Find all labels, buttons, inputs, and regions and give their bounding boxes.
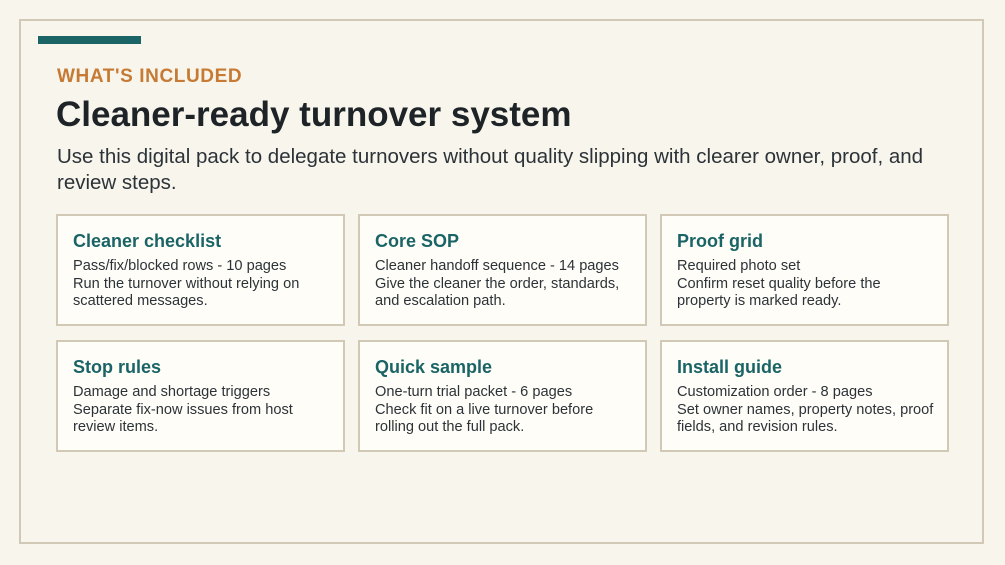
- card-stop-rules: Stop rules Damage and shortage triggers …: [56, 340, 345, 452]
- card-description: Check fit on a live turnover before roll…: [375, 401, 594, 436]
- card-description: Confirm reset quality before the propert…: [677, 275, 881, 310]
- card-cleaner-checklist: Cleaner checklist Pass/fix/blocked rows …: [56, 214, 345, 326]
- card-meta: Pass/fix/blocked rows - 10 pages: [73, 258, 287, 274]
- card-meta: One-turn trial packet - 6 pages: [375, 384, 573, 400]
- eyebrow-label: WHAT'S INCLUDED: [57, 66, 243, 87]
- card-title: Quick sample: [375, 357, 493, 377]
- card-core-sop: Core SOP Cleaner handoff sequence - 14 p…: [358, 214, 647, 326]
- card-meta: Cleaner handoff sequence - 14 pages: [375, 258, 619, 274]
- card-proof-grid: Proof grid Required photo set Confirm re…: [660, 214, 949, 326]
- page-title: Cleaner-ready turnover system: [56, 95, 572, 134]
- card-description: Give the cleaner the order, standards, a…: [375, 275, 620, 310]
- card-description: Separate fix-now issues from host review…: [73, 401, 293, 436]
- card-description: Set owner names, property notes, proof f…: [677, 401, 934, 436]
- card-title: Proof grid: [677, 231, 763, 251]
- card-meta: Customization order - 8 pages: [677, 384, 873, 400]
- lead-paragraph: Use this digital pack to delegate turnov…: [57, 145, 924, 194]
- accent-bar: [38, 36, 141, 44]
- card-meta: Required photo set: [677, 258, 801, 274]
- card-description: Run the turnover without relying on scat…: [73, 275, 300, 310]
- included-items-grid: Cleaner checklist Pass/fix/blocked rows …: [56, 214, 949, 452]
- card-title: Core SOP: [375, 231, 460, 251]
- card-title: Cleaner checklist: [73, 231, 222, 251]
- card-title: Install guide: [677, 357, 783, 377]
- card-title: Stop rules: [73, 357, 162, 377]
- card-meta: Damage and shortage triggers: [73, 384, 271, 400]
- card-install-guide: Install guide Customization order - 8 pa…: [660, 340, 949, 452]
- card-quick-sample: Quick sample One-turn trial packet - 6 p…: [358, 340, 647, 452]
